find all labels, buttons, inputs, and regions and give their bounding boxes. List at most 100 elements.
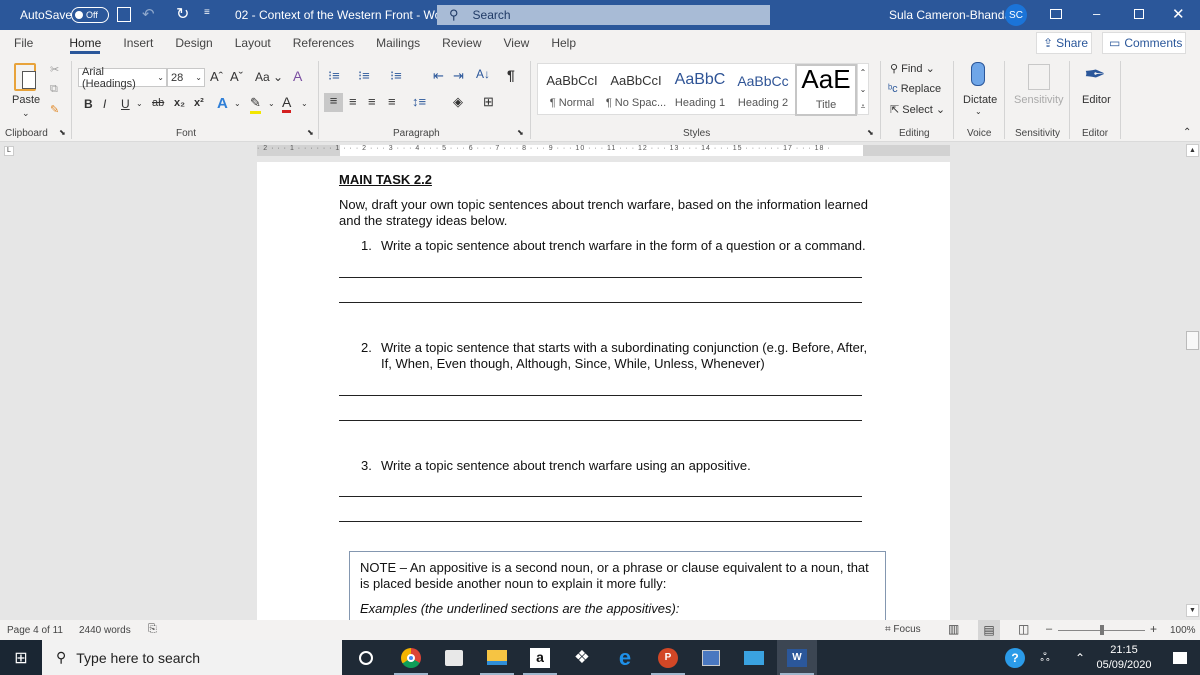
text-effects-dropdown-icon[interactable]: ⌄ (234, 99, 241, 108)
font-color-icon[interactable]: A (282, 94, 292, 113)
chrome-icon[interactable] (391, 640, 431, 675)
zoom-out-button[interactable]: – (1046, 623, 1052, 635)
tab-references[interactable]: References (282, 30, 365, 57)
word-count[interactable]: 2440 words (79, 625, 131, 636)
zoom-level[interactable]: 100% (1170, 625, 1196, 636)
answer-line[interactable] (339, 521, 862, 522)
undo-icon[interactable]: ↶ (142, 5, 155, 23)
show-formatting-icon[interactable]: ¶ (507, 67, 515, 83)
tab-design[interactable]: Design (164, 30, 223, 57)
file-explorer-icon[interactable] (477, 640, 517, 675)
tab-mailings[interactable]: Mailings (365, 30, 431, 57)
zoom-slider-thumb[interactable] (1099, 625, 1104, 635)
answer-line[interactable] (339, 420, 862, 421)
underline-button[interactable]: U (121, 97, 130, 111)
paste-icon[interactable] (14, 63, 36, 91)
cortana-icon[interactable] (346, 640, 386, 675)
powerpoint-icon[interactable]: P (648, 640, 688, 675)
autosave-toggle[interactable]: Off (71, 7, 109, 23)
web-layout-icon[interactable]: ◫ (1018, 622, 1029, 636)
align-center-button[interactable]: ≡ (349, 94, 357, 109)
tab-review[interactable]: Review (431, 30, 492, 57)
sort-icon[interactable]: A↓ (476, 67, 490, 81)
answer-line[interactable] (339, 496, 862, 497)
tab-home[interactable]: Home (58, 30, 112, 57)
redo-icon[interactable]: ↻ (176, 4, 189, 24)
action-center-icon[interactable] (1160, 640, 1200, 675)
style-heading-1[interactable]: AaBbC Heading 1 (669, 64, 731, 116)
style-title[interactable]: AaE Title (795, 64, 857, 116)
style-normal[interactable]: AaBbCcI ¶ Normal (541, 64, 603, 116)
line-spacing-icon[interactable]: ↕≡ (412, 94, 426, 109)
save-icon[interactable] (117, 7, 131, 22)
zoom-in-button[interactable]: + (1150, 622, 1157, 636)
proofing-icon[interactable]: ⎘ (148, 623, 157, 636)
share-button[interactable]: ⇪ Share (1036, 32, 1092, 54)
user-name[interactable]: Sula Cameron-Bhandal (889, 8, 1014, 22)
paste-label[interactable]: Paste (12, 94, 40, 106)
align-left-button[interactable]: ≡ (324, 93, 343, 112)
styles-scroll[interactable]: ⌃ ⌄ ⩡ (857, 63, 869, 115)
mail-icon[interactable] (734, 640, 774, 675)
read-mode-icon[interactable]: ▥ (948, 622, 959, 636)
word-icon[interactable]: W (777, 640, 817, 675)
answer-line[interactable] (339, 277, 862, 278)
shrink-font-icon[interactable]: Aˇ (230, 69, 243, 84)
increase-indent-icon[interactable]: ⇥ (453, 68, 464, 84)
select-button[interactable]: ⇱ Select ⌄ (890, 103, 945, 116)
paste-dropdown-icon[interactable]: ⌄ (22, 108, 30, 119)
tab-selector-icon[interactable]: L (4, 146, 14, 156)
close-icon[interactable]: ✕ (1172, 5, 1185, 23)
help-icon[interactable]: ? (995, 640, 1035, 675)
search-box[interactable]: ⚲ Search (437, 5, 770, 25)
highlight-dropdown-icon[interactable]: ⌄ (268, 99, 275, 108)
answer-line[interactable] (339, 302, 862, 303)
styles-launcher-icon[interactable]: ⬊ (867, 128, 874, 137)
start-button[interactable]: ⊞ (0, 640, 42, 675)
change-case-button[interactable]: Aa ⌄ (255, 70, 283, 84)
dictate-button[interactable]: Dictate (963, 94, 997, 106)
font-size-select[interactable]: 28 ⌄ (167, 68, 205, 87)
microphone-icon[interactable] (971, 62, 985, 86)
dictate-dropdown-icon[interactable]: ⌄ (975, 107, 982, 116)
strikethrough-button[interactable]: ab (152, 97, 164, 109)
grow-font-icon[interactable]: Aˆ (210, 69, 223, 84)
style-no-spacing[interactable]: AaBbCcI ¶ No Spac... (605, 64, 667, 116)
amazon-icon[interactable]: a (520, 640, 560, 675)
borders-icon[interactable]: ⊞ (483, 94, 494, 110)
font-launcher-icon[interactable]: ⬊ (307, 128, 314, 137)
minimize-icon[interactable]: – (1093, 6, 1100, 21)
subscript-button[interactable]: x₂ (174, 97, 185, 109)
underline-dropdown-icon[interactable]: ⌄ (136, 99, 143, 108)
avatar[interactable]: SC (1005, 4, 1027, 26)
dropbox-icon[interactable]: ❖ (562, 640, 602, 675)
vertical-scrollbar[interactable]: ▲ ▼ (1185, 142, 1200, 620)
focus-button[interactable]: ⌗ Focus (885, 624, 921, 635)
answer-line[interactable] (339, 395, 862, 396)
clear-formatting-icon[interactable]: A (293, 68, 302, 84)
people-icon[interactable]: ஃ (1030, 640, 1060, 675)
bold-button[interactable]: B (84, 97, 93, 111)
store-icon[interactable] (434, 640, 474, 675)
tab-view[interactable]: View (493, 30, 541, 57)
edge-icon[interactable]: e (605, 640, 645, 675)
replace-button[interactable]: ᵇc Replace (888, 83, 941, 95)
document-page[interactable]: MAIN TASK 2.2 Now, draft your own topic … (257, 162, 950, 620)
taskbar-search[interactable]: ⚲ Type here to search (42, 640, 342, 675)
align-right-button[interactable]: ≡ (368, 94, 376, 109)
copy-icon[interactable]: ⧉ (50, 83, 58, 96)
clock[interactable]: 21:15 05/09/2020 (1094, 643, 1154, 673)
shading-icon[interactable]: ◈ (453, 94, 463, 110)
tab-layout[interactable]: Layout (224, 30, 282, 57)
superscript-button[interactable]: x² (194, 97, 204, 109)
font-name-select[interactable]: Arial (Headings) ⌄ (78, 66, 167, 90)
scroll-up-icon[interactable]: ▲ (1186, 144, 1199, 157)
remote-desktop-icon[interactable] (691, 640, 731, 675)
italic-button[interactable]: I (103, 97, 106, 111)
font-color-dropdown-icon[interactable]: ⌄ (301, 99, 308, 108)
clipboard-launcher-icon[interactable]: ⬊ (59, 128, 66, 137)
bullets-icon[interactable]: ⁝≡ (328, 68, 340, 84)
text-effects-icon[interactable]: A (217, 95, 228, 112)
comments-button[interactable]: ▭ Comments (1102, 32, 1186, 54)
find-button[interactable]: ⚲ Find ⌄ (890, 62, 935, 75)
